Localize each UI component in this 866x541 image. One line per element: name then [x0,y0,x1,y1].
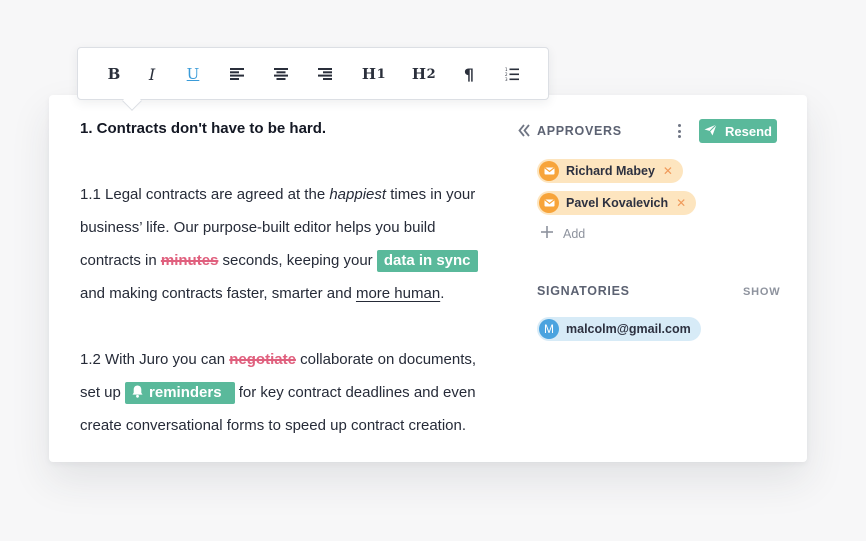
paragraph-2-line-2[interactable]: set up reminders for key contract deadli… [80,382,476,405]
reminder-tag[interactable]: reminders [125,382,235,405]
bell-icon [132,383,143,405]
italic-text: happiest [329,186,387,203]
smartfield-tag[interactable]: data in sync [376,250,478,273]
text-segment: business’ life. Our purpose-built editor… [80,219,436,236]
deleted-text[interactable]: minutes [161,252,219,269]
approver-name: Pavel Kovalevich [566,196,669,210]
paragraph-2-line-1[interactable]: 1.2 With Juro you can negotiate collabor… [80,349,476,371]
paragraph-1-line-2[interactable]: business’ life. Our purpose-built editor… [80,217,435,239]
text-segment: . [440,285,445,302]
send-icon [704,123,717,139]
document-card [49,95,807,462]
heading-2-sup: 2 [426,66,437,82]
align-left-icon[interactable] [223,60,251,88]
heading-2-button[interactable]: H2 [407,60,441,88]
paragraph-1-line-3[interactable]: contracts in minutes seconds, keeping yo… [80,250,478,273]
signatories-title: SIGNATORIES [537,284,630,298]
svg-text:3: 3 [505,77,508,81]
align-right-icon[interactable] [311,60,339,88]
resend-button[interactable]: Resend [699,119,777,143]
remove-icon[interactable]: ✕ [676,196,686,210]
text-segment: create conversational forms to speed up … [80,417,467,434]
approvers-title: APPROVERS [537,124,622,138]
plus-icon [541,226,553,241]
signatory-chip[interactable]: M malcolm@gmail.com [537,317,701,341]
text-segment: collaborate on documents, [295,351,477,368]
bold-button[interactable]: B [100,60,128,88]
avatar: M [539,319,559,339]
add-label: Add [563,226,586,241]
text-segment: contracts in [80,252,161,269]
text-segment: and making contracts faster, smarter and [80,285,356,302]
document-heading[interactable]: 1. Contracts don't have to be hard. [80,120,326,137]
numbered-list-icon[interactable]: 123 [498,60,526,88]
text-segment: 1.1 Legal contracts are agreed at the [80,186,330,203]
approver-name: Richard Mabey [566,164,655,178]
text-segment: 1.2 With Juro you can [80,351,230,368]
heading-1-label: H [361,65,377,83]
text-segment: seconds, keeping your [218,252,377,269]
heading-2-label: H [411,65,427,83]
text-segment: for key contract deadlines and even [234,384,476,401]
heading-1-sup: 1 [376,66,387,82]
align-center-icon[interactable] [267,60,295,88]
paragraph-1-line-1[interactable]: 1.1 Legal contracts are agreed at the ha… [80,184,475,206]
text-segment: set up [80,384,126,401]
formatting-toolbar: B I U H1 H2 ¶ 123 [77,47,549,100]
heading-1-button[interactable]: H1 [357,60,391,88]
reminder-tag-label: reminders [149,384,222,402]
underline-button[interactable]: U [179,60,207,88]
paragraph-2-line-3[interactable]: create conversational forms to speed up … [80,415,466,437]
mail-icon [539,161,559,181]
add-approver-button[interactable]: Add [541,226,585,241]
approver-chip[interactable]: Richard Mabey ✕ [537,159,683,183]
italic-button[interactable]: I [138,60,166,88]
text-segment: times in your [386,186,476,203]
show-signatories-link[interactable]: SHOW [743,286,780,298]
underlined-link[interactable]: more human [356,285,440,302]
double-chevron-left-icon[interactable] [518,124,530,142]
signatory-email: malcolm@gmail.com [566,322,691,336]
approver-chip[interactable]: Pavel Kovalevich ✕ [537,191,697,215]
mail-icon [539,193,559,213]
paragraph-1-line-4[interactable]: and making contracts faster, smarter and… [80,283,444,305]
deleted-text[interactable]: negotiate [229,351,296,368]
resend-label: Resend [725,123,772,139]
paragraph-button[interactable]: ¶ [455,60,483,88]
remove-icon[interactable]: ✕ [663,164,673,178]
more-options-icon[interactable] [676,124,684,138]
